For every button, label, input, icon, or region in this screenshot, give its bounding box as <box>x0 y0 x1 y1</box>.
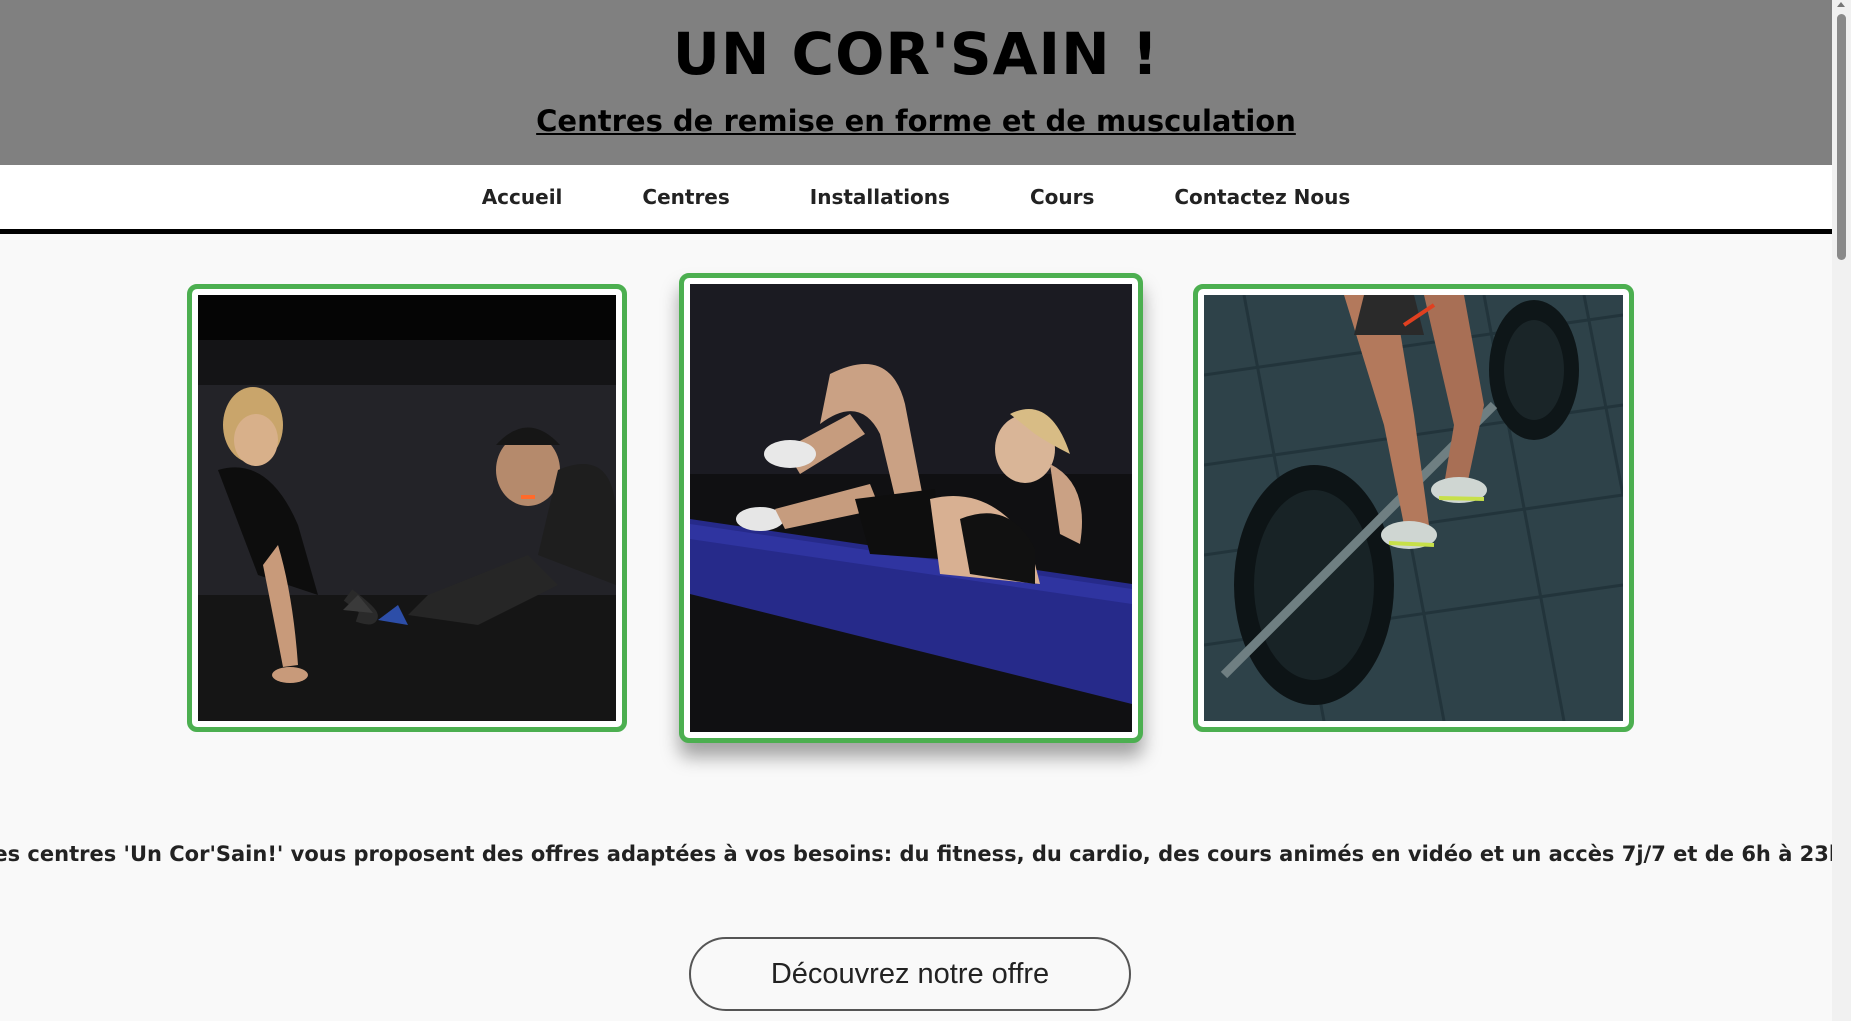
vertical-scrollbar[interactable] <box>1832 0 1851 1021</box>
gallery-card-pushup[interactable] <box>187 284 627 732</box>
gallery-card-crunch[interactable] <box>679 273 1143 743</box>
browser-viewport: UN COR'SAIN ! Centres de remise en forme… <box>0 0 1851 1021</box>
page: UN COR'SAIN ! Centres de remise en forme… <box>0 0 1851 1021</box>
nav-item-contact[interactable]: Contactez Nous <box>1134 165 1390 229</box>
scroll-thumb[interactable] <box>1837 14 1846 260</box>
gallery-card-barbell[interactable] <box>1193 284 1634 732</box>
nav-item-centres[interactable]: Centres <box>602 165 769 229</box>
site-header: UN COR'SAIN ! Centres de remise en forme… <box>0 0 1832 165</box>
site-subtitle: Centres de remise en forme et de muscula… <box>536 104 1296 138</box>
nav-item-installations[interactable]: Installations <box>770 165 990 229</box>
discover-offer-button[interactable]: Découvrez notre offre <box>689 937 1131 1011</box>
main-nav: Accueil Centres Installations Cours Cont… <box>0 165 1832 234</box>
tagline-text: Les centres 'Un Cor'Sain!' vous proposen… <box>0 842 1851 866</box>
crunch-photo <box>690 284 1132 732</box>
nav-item-cours[interactable]: Cours <box>990 165 1134 229</box>
pushup-photo <box>198 295 616 721</box>
scroll-up-icon[interactable] <box>1837 2 1845 7</box>
nav-item-accueil[interactable]: Accueil <box>442 165 603 229</box>
site-title: UN COR'SAIN ! <box>672 20 1160 88</box>
nav-list: Accueil Centres Installations Cours Cont… <box>0 165 1832 229</box>
barbell-photo <box>1204 295 1623 721</box>
